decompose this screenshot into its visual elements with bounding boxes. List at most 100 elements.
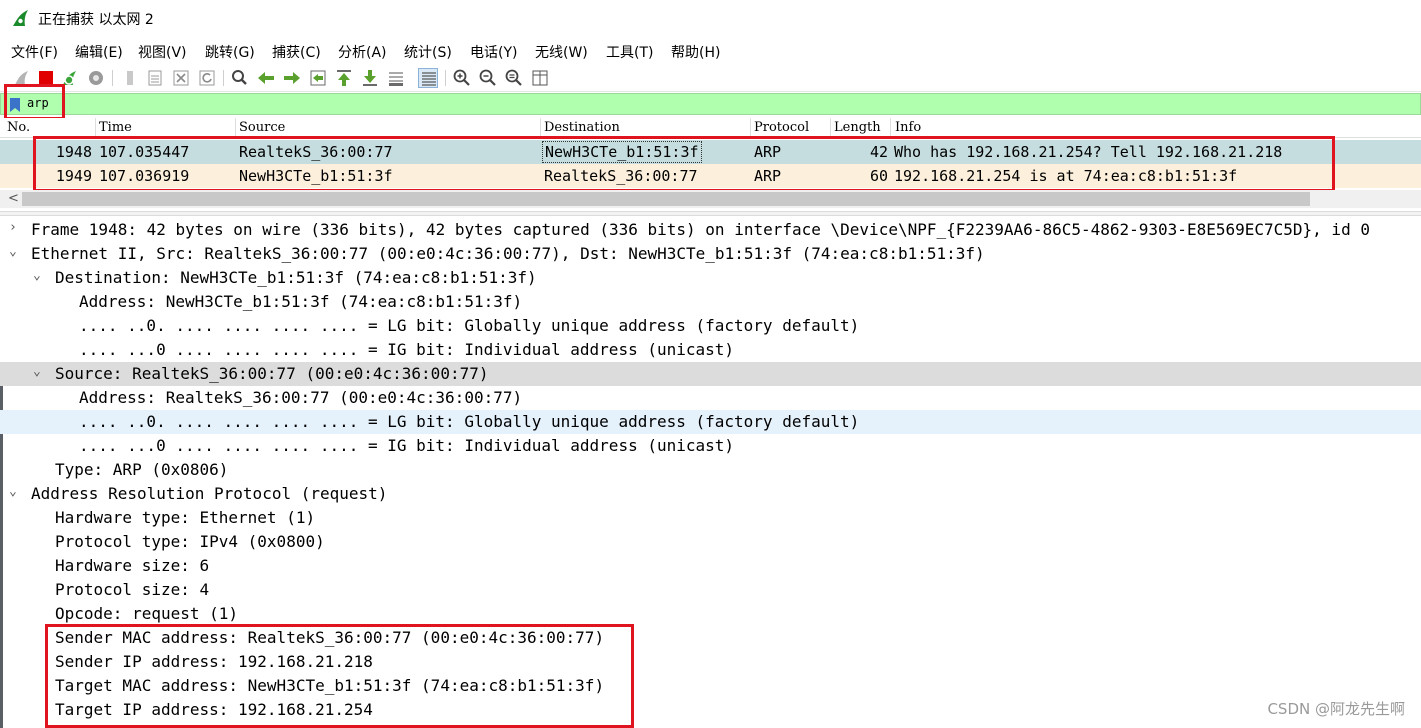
stop-capture-icon[interactable] (36, 68, 56, 88)
window-title: 正在捕获 以太网 2 (38, 12, 154, 28)
go-to-packet-icon[interactable] (308, 68, 328, 88)
detail-field[interactable]: .... ...0 .... .... .... .... = IG bit: … (0, 338, 1421, 362)
column-protocol[interactable]: Protocol (754, 120, 809, 135)
detail-field[interactable]: Hardware size: 6 (0, 554, 1421, 578)
menu-telephony[interactable]: 电话(Y) (470, 42, 517, 62)
column-separator (830, 118, 831, 137)
colorize-icon[interactable] (418, 68, 438, 88)
column-separator (890, 118, 891, 137)
column-time[interactable]: Time (99, 120, 132, 135)
close-file-icon[interactable] (171, 68, 191, 88)
collapse-caret-icon[interactable]: ⌄ (9, 484, 23, 499)
detail-field[interactable]: .... ..0. .... .... .... .... = LG bit: … (0, 314, 1421, 338)
detail-text: .... ..0. .... .... .... .... = LG bit: … (79, 412, 860, 431)
detail-text: Type: ARP (0x0806) (55, 460, 229, 479)
bookmark-icon[interactable] (10, 97, 20, 112)
menu-capture[interactable]: 捕获(C) (272, 42, 321, 62)
detail-field[interactable]: Sender MAC address: RealtekS_36:00:77 (0… (0, 626, 1421, 650)
detail-field[interactable]: Target IP address: 192.168.21.254 (0, 698, 1421, 722)
go-forward-icon[interactable] (282, 68, 302, 88)
detail-text: Protocol size: 4 (55, 580, 210, 599)
column-separator (750, 118, 751, 137)
title-bar: 正在捕获 以太网 2 (0, 0, 1421, 36)
detail-arp[interactable]: ⌄ Address Resolution Protocol (request) (0, 482, 1421, 506)
detail-field[interactable]: Sender IP address: 192.168.21.218 (0, 650, 1421, 674)
detail-field[interactable]: Hardware type: Ethernet (1) (0, 506, 1421, 530)
go-back-icon[interactable] (256, 68, 276, 88)
detail-eth-source[interactable]: ⌄ Source: RealtekS_36:00:77 (00:e0:4c:36… (0, 362, 1421, 386)
column-separator (95, 118, 96, 137)
packet-info: 192.168.21.254 is at 74:ea:c8:b1:51:3f (894, 167, 1238, 185)
scrollbar-thumb[interactable] (22, 192, 1310, 206)
detail-text: Frame 1948: 42 bytes on wire (336 bits),… (31, 220, 1370, 239)
column-no[interactable]: No. (7, 120, 30, 135)
detail-field[interactable]: Opcode: request (1) (0, 602, 1421, 626)
menu-wireless[interactable]: 无线(W) (535, 42, 588, 62)
collapse-caret-icon[interactable]: ⌄ (9, 244, 23, 259)
detail-field[interactable]: Type: ARP (0x0806) (0, 458, 1421, 482)
capture-options-icon[interactable] (86, 68, 106, 88)
pane-splitter[interactable] (0, 211, 1421, 216)
packet-row[interactable]: 1949 107.036919 NewH3CTe_b1:51:3f Realte… (0, 164, 1421, 188)
detail-text: Target MAC address: NewH3CTe_b1:51:3f (7… (55, 676, 605, 695)
packet-info: Who has 192.168.21.254? Tell 192.168.21.… (894, 143, 1283, 161)
resize-columns-icon[interactable] (530, 68, 550, 88)
display-filter-bar (0, 93, 1421, 115)
detail-field[interactable]: Protocol type: IPv4 (0x0800) (0, 530, 1421, 554)
menu-file[interactable]: 文件(F) (11, 42, 58, 62)
column-separator (540, 118, 541, 137)
auto-scroll-icon[interactable] (386, 68, 406, 88)
column-destination[interactable]: Destination (544, 120, 620, 135)
menu-help[interactable]: 帮助(H) (671, 42, 720, 62)
scroll-left-icon[interactable]: < (8, 191, 19, 206)
normal-size-icon[interactable] (504, 68, 524, 88)
detail-field[interactable]: Protocol size: 4 (0, 578, 1421, 602)
menu-go[interactable]: 跳转(G) (205, 42, 255, 62)
find-packet-icon[interactable] (230, 68, 250, 88)
detail-eth-destination[interactable]: ⌄ Destination: NewH3CTe_b1:51:3f (74:ea:… (0, 266, 1421, 290)
detail-text: Sender IP address: 192.168.21.218 (55, 652, 373, 671)
go-first-packet-icon[interactable] (334, 68, 354, 88)
open-file-icon[interactable] (120, 68, 140, 88)
detail-field[interactable]: Target MAC address: NewH3CTe_b1:51:3f (7… (0, 674, 1421, 698)
display-filter-input[interactable] (27, 96, 1387, 110)
collapse-caret-icon[interactable]: ⌄ (33, 268, 47, 283)
detail-text: Address: RealtekS_36:00:77 (00:e0:4c:36:… (79, 388, 523, 407)
detail-frame[interactable]: › Frame 1948: 42 bytes on wire (336 bits… (0, 218, 1421, 242)
reload-file-icon[interactable] (197, 68, 217, 88)
detail-text: .... ...0 .... .... .... .... = IG bit: … (79, 340, 735, 359)
packet-protocol: ARP (754, 143, 782, 161)
detail-ethernet[interactable]: ⌄ Ethernet II, Src: RealtekS_36:00:77 (0… (0, 242, 1421, 266)
menu-analyze[interactable]: 分析(A) (338, 42, 387, 62)
detail-text: Destination: NewH3CTe_b1:51:3f (74:ea:c8… (55, 268, 537, 287)
packet-source: NewH3CTe_b1:51:3f (239, 167, 393, 185)
zoom-out-icon[interactable] (478, 68, 498, 88)
column-length[interactable]: Length (834, 120, 881, 135)
detail-field[interactable]: Address: RealtekS_36:00:77 (00:e0:4c:36:… (0, 386, 1421, 410)
detail-field[interactable]: Address: NewH3CTe_b1:51:3f (74:ea:c8:b1:… (0, 290, 1421, 314)
detail-field[interactable]: .... ...0 .... .... .... .... = IG bit: … (0, 434, 1421, 458)
expand-caret-icon[interactable]: › (9, 220, 23, 235)
zoom-in-icon[interactable] (452, 68, 472, 88)
menu-statistics[interactable]: 统计(S) (404, 42, 452, 62)
go-last-packet-icon[interactable] (360, 68, 380, 88)
save-file-icon[interactable] (145, 68, 165, 88)
detail-field[interactable]: .... ..0. .... .... .... .... = LG bit: … (0, 410, 1421, 434)
menu-view[interactable]: 视图(V) (138, 42, 187, 62)
detail-text: .... ..0. .... .... .... .... = LG bit: … (79, 316, 860, 335)
collapse-caret-icon[interactable]: ⌄ (33, 364, 47, 379)
packet-length: 42 (869, 143, 888, 161)
menu-edit[interactable]: 编辑(E) (75, 42, 123, 62)
packet-destination: NewH3CTe_b1:51:3f (542, 141, 702, 163)
column-info[interactable]: Info (895, 120, 921, 135)
detail-text: Ethernet II, Src: RealtekS_36:00:77 (00:… (31, 244, 985, 263)
packet-row[interactable]: 1948 107.035447 RealtekS_36:00:77 NewH3C… (0, 140, 1421, 164)
start-capture-icon[interactable] (12, 68, 32, 88)
packet-no: 1948 (55, 143, 92, 161)
column-source[interactable]: Source (239, 120, 285, 135)
menu-bar: 文件(F) 编辑(E) 视图(V) 跳转(G) 捕获(C) 分析(A) 统计(S… (0, 38, 1421, 64)
toolbar-separator (445, 70, 446, 86)
restart-capture-icon[interactable] (60, 68, 80, 88)
menu-tools[interactable]: 工具(T) (606, 42, 653, 62)
packet-list-scrollbar[interactable]: < (0, 190, 1421, 208)
